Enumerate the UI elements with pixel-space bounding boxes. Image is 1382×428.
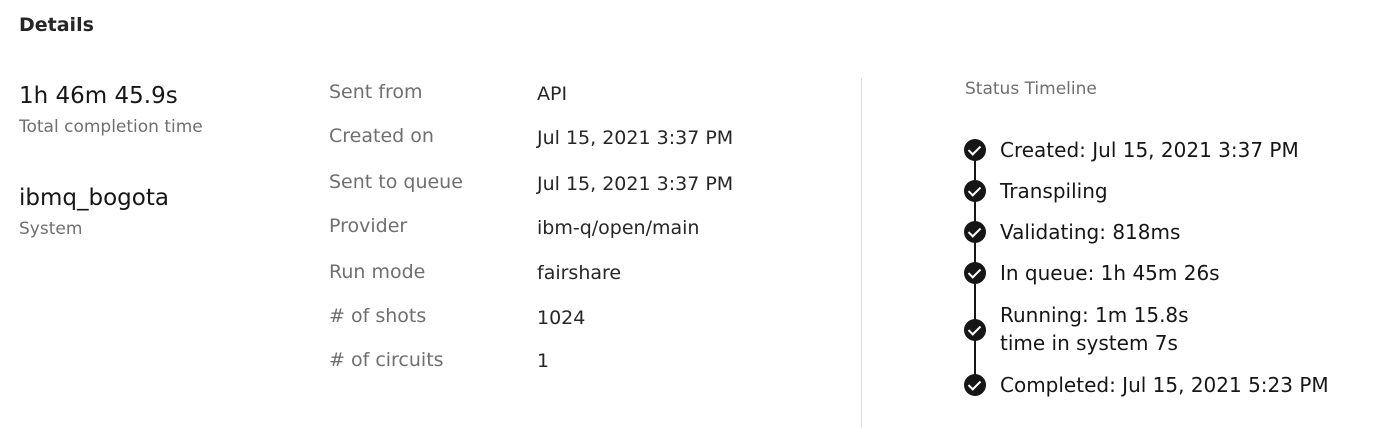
timeline-step-subtext: time in system 7s [1000, 331, 1178, 355]
property-label: Created on [329, 125, 434, 147]
property-label: Provider [329, 215, 408, 237]
property-label: # of shots [329, 305, 427, 327]
system-name-value: ibmq_bogota [19, 185, 169, 211]
completion-time-value: 1h 46m 45.9s [19, 83, 178, 109]
timeline-title: Status Timeline [965, 79, 1097, 99]
timeline-step-text: Validating: 818ms [1000, 220, 1181, 244]
property-value: 1024 [537, 307, 586, 329]
checkmark-filled-icon [964, 374, 986, 396]
timeline-step-text: In queue: 1h 45m 26s [1000, 261, 1220, 285]
property-value: 1 [537, 350, 550, 372]
checkmark-filled-icon [964, 139, 986, 161]
property-label: Sent from [329, 81, 423, 103]
property-value: API [537, 83, 568, 105]
property-label: # of circuits [329, 349, 444, 371]
checkmark-filled-icon [964, 180, 986, 202]
timeline-step-text: Running: 1m 15.8s [1000, 303, 1189, 327]
property-label: Run mode [329, 261, 426, 283]
completion-time-label: Total completion time [19, 117, 203, 137]
checkmark-filled-icon [964, 319, 986, 341]
property-value: fairshare [537, 262, 622, 284]
property-value: Jul 15, 2021 3:37 PM [537, 173, 734, 195]
system-label: System [19, 219, 83, 239]
page-title: Details [19, 14, 94, 36]
property-value: ibm-q/open/main [537, 217, 700, 239]
checkmark-filled-icon [964, 221, 986, 243]
timeline-step-text: Transpiling [1000, 179, 1108, 203]
property-value: Jul 15, 2021 3:37 PM [537, 127, 734, 149]
checkmark-filled-icon [964, 262, 986, 284]
timeline-step-text: Completed: Jul 15, 2021 5:23 PM [1000, 373, 1329, 397]
column-divider [861, 78, 862, 428]
timeline-step-text: Created: Jul 15, 2021 3:37 PM [1000, 138, 1299, 162]
property-label: Sent to queue [329, 171, 463, 193]
